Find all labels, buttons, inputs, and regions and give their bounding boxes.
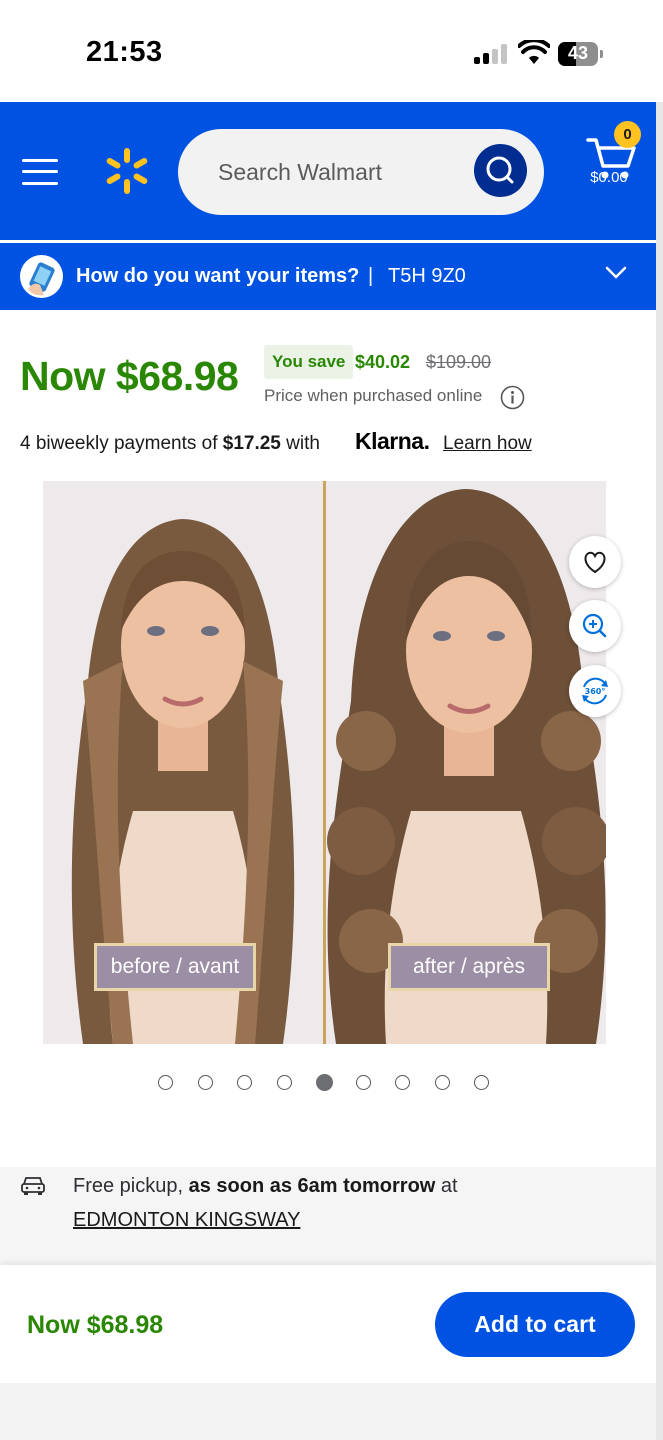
add-to-cart-button[interactable]: Add to cart (435, 1292, 635, 1357)
pickup-info: Free pickup, as soon as 6am tomorrow at … (0, 1167, 656, 1265)
klarna-amount: $17.25 (222, 433, 281, 454)
svg-text:360°: 360° (585, 687, 606, 696)
delivery-question: How do you want your items? (76, 265, 360, 287)
carousel-dot[interactable] (316, 1074, 333, 1091)
carousel-dot[interactable] (474, 1075, 489, 1090)
postal-code: T5H 9Z0 (388, 265, 466, 287)
carousel-dot[interactable] (434, 1075, 450, 1090)
carousel-dot[interactable] (395, 1075, 410, 1090)
save-amount: $40.02 (355, 352, 411, 372)
klarna-logo: Klarna. (355, 428, 430, 454)
view-360-button[interactable]: 360° (569, 665, 621, 717)
scrollbar[interactable] (656, 102, 663, 1440)
sticky-add-to-cart-bar: Now $68.98 Add to cart (0, 1265, 656, 1383)
image-carousel-indicator (158, 1074, 498, 1093)
was-price: $109.00 (426, 352, 492, 372)
delivery-selector[interactable]: How do you want your items? | T5H 9Z0 (0, 243, 656, 310)
below-fold-content (0, 1383, 656, 1440)
pickup-time: as soon as 6am tomorrow (188, 1175, 436, 1197)
pickup-suffix: at (435, 1175, 458, 1197)
cart-total: $0.00 (590, 169, 628, 186)
search-placeholder: Search Walmart (218, 159, 383, 185)
klarna-payments: 4 biweekly payments of $17.25 with (20, 433, 320, 455)
battery-level: 43 (567, 43, 589, 63)
zoom-in-icon (582, 613, 607, 638)
learn-how-link[interactable]: Learn how (443, 433, 532, 455)
pickup-text: Free pickup, as soon as 6am tomorrow at (73, 1175, 458, 1198)
pickup-prefix: Free pickup, (73, 1175, 189, 1197)
pickup-store-link[interactable]: EDMONTON KINGSWAY (73, 1209, 300, 1232)
walmart-spark-logo-icon[interactable] (104, 148, 150, 194)
wifi-icon (518, 40, 550, 64)
chevron-down-icon (605, 266, 627, 279)
carousel-dot[interactable] (197, 1075, 213, 1090)
sticky-price: Now $68.98 (27, 1311, 164, 1339)
cart-count-badge: 0 (614, 121, 641, 148)
zoom-button[interactable] (569, 600, 621, 652)
info-icon[interactable] (500, 385, 525, 410)
after-label: after / après (388, 943, 550, 991)
you-save-badge: You save (264, 345, 354, 379)
carousel-dot[interactable] (158, 1075, 173, 1090)
battery-icon: 43 (558, 42, 604, 66)
delivery-separator: | (368, 265, 374, 287)
status-time: 21:53 (86, 36, 163, 68)
klarna-suffix: with (280, 433, 320, 454)
search-button[interactable] (474, 144, 527, 197)
search-icon (486, 156, 514, 184)
carousel-dot[interactable] (355, 1075, 371, 1090)
rotate-360-icon: 360° (582, 677, 608, 705)
status-bar: 21:53 43 (0, 0, 663, 102)
favorite-button[interactable] (569, 536, 621, 588)
cellular-signal-icon (474, 44, 508, 64)
top-header: Search Walmart 0 $0.00 (0, 102, 656, 240)
before-label: before / avant (94, 943, 256, 991)
product-image[interactable]: before / avant after / après (43, 481, 606, 1044)
search-input[interactable]: Search Walmart (178, 129, 544, 215)
klarna-prefix: 4 biweekly payments of (20, 433, 223, 454)
menu-icon[interactable] (22, 157, 58, 187)
carousel-dot[interactable] (237, 1075, 252, 1090)
car-icon (21, 1177, 45, 1195)
delivery-phone-icon (20, 255, 63, 298)
price-note: Price when purchased online (264, 386, 483, 405)
heart-icon (584, 551, 606, 574)
current-price: Now $68.98 (20, 353, 239, 399)
carousel-dot[interactable] (276, 1075, 292, 1090)
